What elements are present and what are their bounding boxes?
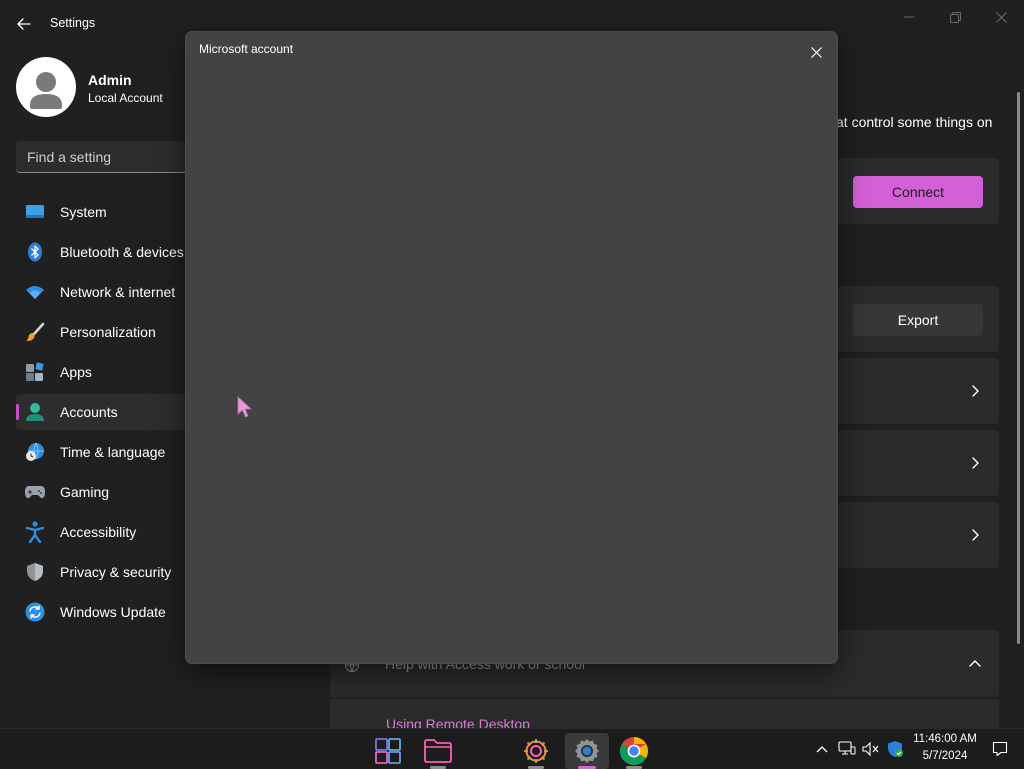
- bluetooth-icon: [24, 241, 46, 263]
- security-tray-button[interactable]: [886, 740, 904, 758]
- settings-active-icon: [572, 736, 602, 766]
- chevron-up-icon: [816, 745, 828, 753]
- network-status-button[interactable]: [838, 740, 856, 758]
- taskbar-time[interactable]: 11:46:00 AM: [912, 733, 978, 745]
- chevron-right-icon: [967, 455, 983, 471]
- connect-button[interactable]: Connect: [853, 176, 983, 208]
- minimize-button[interactable]: [886, 6, 932, 28]
- chrome-icon: [619, 736, 649, 766]
- window-title: Settings: [50, 16, 96, 30]
- mouse-cursor-icon: [237, 396, 253, 418]
- gamepad-icon: [24, 481, 46, 503]
- taskbar-settings-app[interactable]: [516, 733, 556, 769]
- ethernet-icon: [838, 741, 856, 757]
- close-icon: [995, 11, 1007, 23]
- taskbar-chrome[interactable]: [614, 733, 654, 769]
- maximize-button[interactable]: [932, 6, 978, 28]
- scrollbar[interactable]: [1017, 92, 1020, 644]
- description-text: at control some things on: [836, 114, 993, 130]
- globe-clock-icon: [24, 441, 46, 463]
- start-button[interactable]: [368, 733, 408, 769]
- microsoft-account-dialog: Microsoft account: [185, 31, 838, 664]
- accessibility-icon: [24, 521, 46, 543]
- sidebar-item-label: Time & language: [60, 444, 166, 460]
- sidebar-item-label: Accounts: [60, 404, 118, 420]
- paintbrush-icon: [24, 321, 46, 343]
- chevron-up-icon: [967, 656, 983, 672]
- sidebar-item-label: Accessibility: [60, 524, 137, 540]
- sidebar-item-label: Privacy & security: [60, 564, 172, 580]
- sidebar-item-label: Windows Update: [60, 604, 166, 620]
- notifications-button[interactable]: [991, 740, 1009, 758]
- sidebar-item-label: Gaming: [60, 484, 110, 500]
- shield-icon: [24, 561, 46, 583]
- back-button[interactable]: [10, 12, 38, 36]
- account-type: Local Account: [88, 91, 163, 105]
- user-avatar-icon: [16, 57, 76, 117]
- accounts-icon: [24, 401, 46, 423]
- defender-shield-icon: [886, 740, 904, 758]
- start-icon: [375, 738, 401, 764]
- system-icon: [24, 201, 46, 223]
- export-button[interactable]: Export: [853, 304, 983, 336]
- search-placeholder: Find a setting: [27, 149, 112, 165]
- taskbar-file-explorer[interactable]: [418, 733, 458, 769]
- sidebar-item-label: Apps: [60, 364, 92, 380]
- dialog-close-button[interactable]: [803, 39, 829, 65]
- volume-muted-icon: [862, 741, 880, 757]
- close-window-button[interactable]: [978, 6, 1024, 28]
- user-name: Admin: [88, 72, 132, 88]
- chevron-right-icon: [967, 383, 983, 399]
- volume-button[interactable]: [862, 740, 880, 758]
- sidebar-item-label: Personalization: [60, 324, 156, 340]
- restore-icon: [949, 11, 961, 23]
- tray-overflow-button[interactable]: [813, 740, 831, 758]
- sidebar-item-label: Network & internet: [60, 284, 176, 300]
- sidebar-item-label: System: [60, 204, 107, 220]
- taskbar: 11:46:00 AM 5/7/2024: [0, 728, 1024, 769]
- back-arrow-icon: [17, 18, 31, 30]
- wifi-icon: [24, 281, 46, 303]
- apps-icon: [24, 361, 46, 383]
- minimize-icon: [904, 12, 914, 22]
- taskbar-date[interactable]: 5/7/2024: [912, 750, 978, 762]
- dialog-title: Microsoft account: [199, 42, 294, 56]
- avatar[interactable]: [16, 57, 76, 117]
- taskbar-settings-active[interactable]: [565, 733, 609, 769]
- file-explorer-icon: [423, 738, 453, 764]
- sidebar-item-label: Bluetooth & devices: [60, 244, 184, 260]
- notification-icon: [992, 741, 1008, 757]
- settings-gear-icon: [521, 736, 551, 766]
- update-icon: [24, 601, 46, 623]
- chevron-right-icon: [967, 527, 983, 543]
- close-icon: [810, 46, 822, 58]
